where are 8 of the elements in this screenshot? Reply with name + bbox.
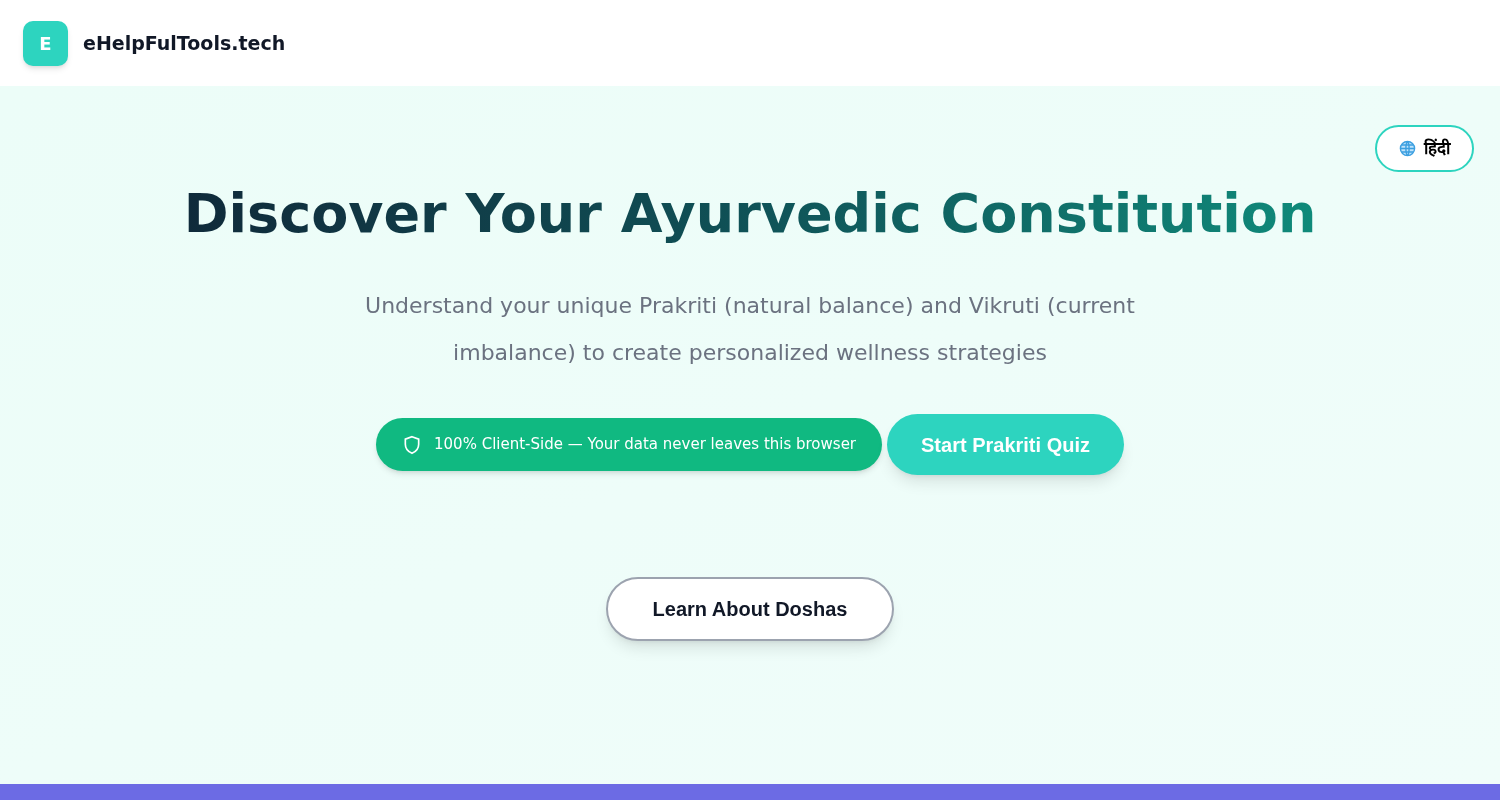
globe-icon (1399, 140, 1416, 157)
shield-icon (402, 434, 422, 455)
learn-doshas-button[interactable]: Learn About Doshas (606, 577, 894, 641)
hero-subtitle: Understand your unique Prakriti (natural balance) and Vikruti (current imbalance) to create personalized wellness strategies (364, 292, 1136, 367)
privacy-text: 100% Client-Side — Your data never leaves this browser (434, 434, 857, 456)
language-button[interactable]: हिंदी (1375, 125, 1474, 172)
site-name: eHelpFulTools.tech (83, 30, 286, 56)
logo-icon: E (23, 20, 68, 66)
